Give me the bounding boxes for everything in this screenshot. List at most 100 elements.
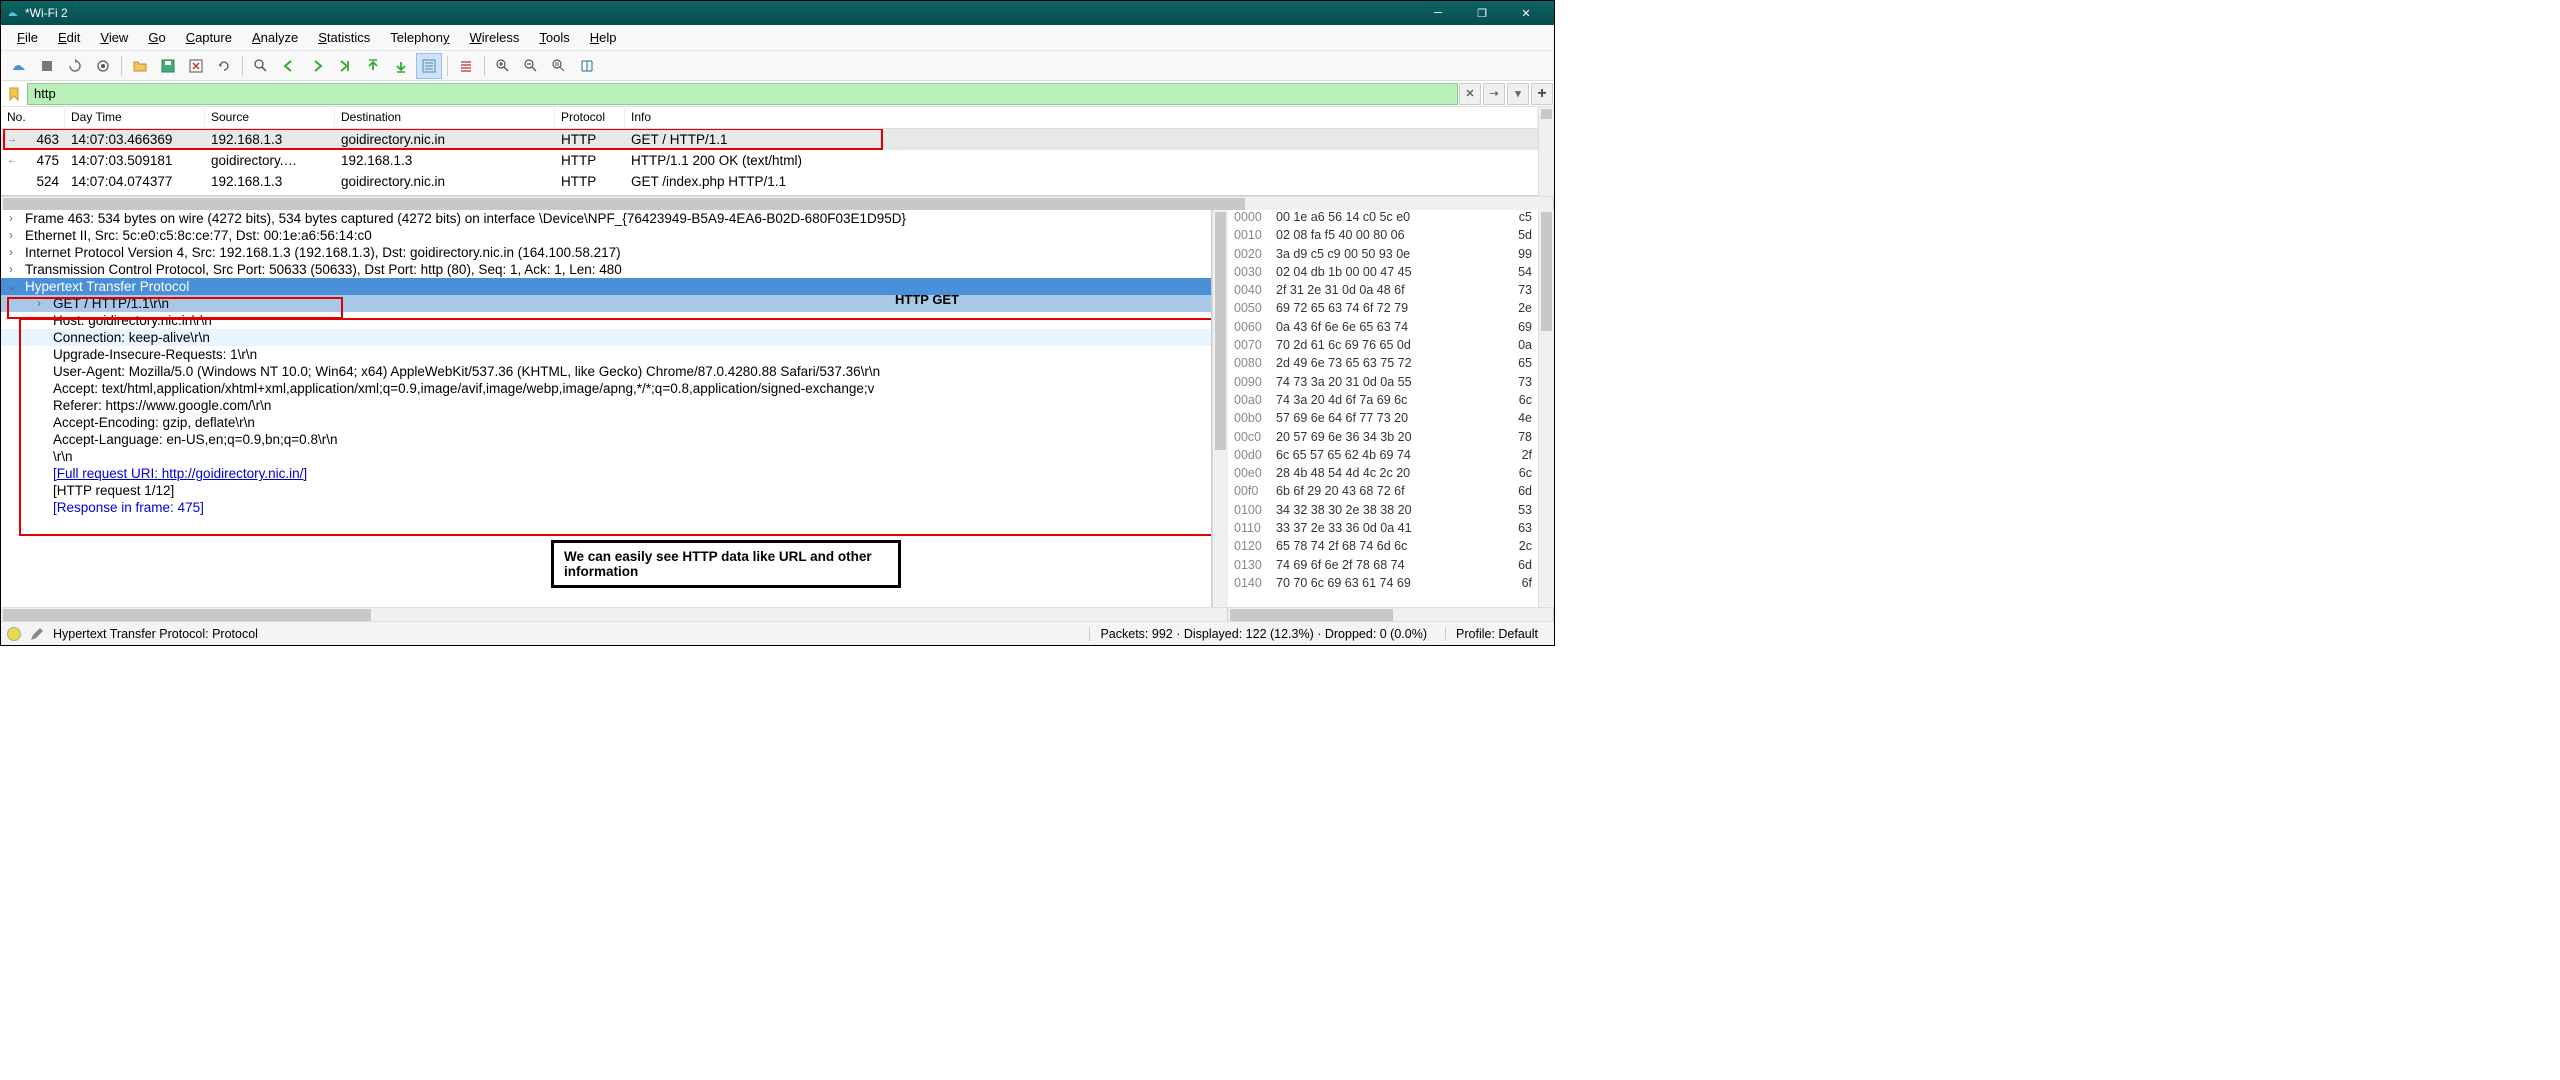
detail-response-in[interactable]: [Response in frame: 475]	[1, 499, 1211, 516]
menu-statistics[interactable]: Statistics	[308, 27, 380, 48]
hex-row[interactable]: 005069 72 65 63 74 6f 72 792e	[1228, 301, 1538, 319]
packet-details-pane[interactable]: Frame 463: 534 bytes on wire (4272 bits)…	[1, 210, 1212, 607]
detail-http-encoding[interactable]: Accept-Encoding: gzip, deflate\r\n	[1, 414, 1211, 431]
detail-http-upgrade[interactable]: Upgrade-Insecure-Requests: 1\r\n	[1, 346, 1211, 363]
hex-row[interactable]: 00203a d9 c5 c9 00 50 93 0e99	[1228, 247, 1538, 265]
packet-list[interactable]: No. Day Time Source Destination Protocol…	[1, 107, 1538, 196]
col-protocol[interactable]: Protocol	[555, 107, 625, 128]
menu-file[interactable]: File	[7, 27, 48, 48]
auto-scroll-icon[interactable]	[416, 53, 442, 79]
detail-http-accept[interactable]: Accept: text/html,application/xhtml+xml,…	[1, 380, 1211, 397]
menu-wireless[interactable]: Wireless	[460, 27, 530, 48]
zoom-out-icon[interactable]	[518, 53, 544, 79]
menubar: File Edit View Go Capture Analyze Statis…	[1, 25, 1554, 51]
detail-http-connection[interactable]: Connection: keep-alive\r\n	[1, 329, 1211, 346]
go-back-icon[interactable]	[276, 53, 302, 79]
detail-http[interactable]: Hypertext Transfer Protocol	[1, 278, 1211, 295]
hex-row[interactable]: 00c020 57 69 6e 36 34 3b 2078	[1228, 430, 1538, 448]
go-forward-icon[interactable]	[304, 53, 330, 79]
status-profile[interactable]: Profile: Default	[1445, 627, 1548, 641]
menu-go[interactable]: Go	[138, 27, 175, 48]
menu-view[interactable]: View	[90, 27, 138, 48]
detail-http-get[interactable]: GET / HTTP/1.1\r\n	[1, 295, 1211, 312]
resize-columns-icon[interactable]	[574, 53, 600, 79]
detail-http-crlf[interactable]: \r\n	[1, 448, 1211, 465]
menu-telephony[interactable]: Telephony	[380, 27, 459, 48]
hex-row[interactable]: 007070 2d 61 6c 69 76 65 0d0a	[1228, 338, 1538, 356]
detail-http-host[interactable]: Host: goidirectory.nic.in\r\n	[1, 312, 1211, 329]
go-first-icon[interactable]	[360, 53, 386, 79]
display-filter-input[interactable]	[27, 83, 1458, 105]
detail-ip[interactable]: Internet Protocol Version 4, Src: 192.16…	[1, 244, 1211, 261]
hex-row[interactable]: 010034 32 38 30 2e 38 38 2053	[1228, 503, 1538, 521]
packet-row[interactable]: ←47514:07:03.509181goidirectory.…192.168…	[1, 150, 1538, 171]
titlebar: *Wi-Fi 2 ─ ❐ ✕	[1, 1, 1554, 25]
packet-row[interactable]: 52414:07:04.074377192.168.1.3goidirector…	[1, 171, 1538, 192]
maximize-button[interactable]: ❐	[1460, 1, 1504, 25]
hex-row[interactable]: 011033 37 2e 33 36 0d 0a 4163	[1228, 521, 1538, 539]
close-button[interactable]: ✕	[1504, 1, 1548, 25]
packet-list-scrollbar[interactable]	[1538, 107, 1554, 196]
zoom-in-icon[interactable]	[490, 53, 516, 79]
hex-scrollbar[interactable]	[1538, 210, 1554, 607]
hex-row[interactable]: 00600a 43 6f 6e 6e 65 63 7469	[1228, 320, 1538, 338]
filter-apply-icon[interactable]: ➝	[1483, 83, 1505, 105]
find-packet-icon[interactable]	[248, 53, 274, 79]
col-source[interactable]: Source	[205, 107, 335, 128]
detail-http-ua[interactable]: User-Agent: Mozilla/5.0 (Windows NT 10.0…	[1, 363, 1211, 380]
detail-http-request[interactable]: [HTTP request 1/12]	[1, 482, 1211, 499]
packet-row[interactable]: →46314:07:03.466369192.168.1.3goidirecto…	[1, 129, 1538, 150]
window-title: *Wi-Fi 2	[25, 6, 1416, 20]
filter-recent-icon[interactable]: ▾	[1507, 83, 1529, 105]
close-file-icon[interactable]	[183, 53, 209, 79]
start-capture-icon[interactable]	[6, 53, 32, 79]
hex-row[interactable]: 009074 73 3a 20 31 0d 0a 5573	[1228, 375, 1538, 393]
menu-edit[interactable]: Edit	[48, 27, 90, 48]
menu-tools[interactable]: Tools	[529, 27, 579, 48]
restart-capture-icon[interactable]	[62, 53, 88, 79]
stop-capture-icon[interactable]	[34, 53, 60, 79]
hex-row[interactable]: 00f06b 6f 29 20 43 68 72 6f6d	[1228, 484, 1538, 502]
hex-row[interactable]: 014070 70 6c 69 63 61 74 696f	[1228, 576, 1538, 594]
col-no[interactable]: No.	[1, 107, 65, 128]
filter-clear-icon[interactable]: ✕	[1459, 83, 1481, 105]
detail-http-lang[interactable]: Accept-Language: en-US,en;q=0.9,bn;q=0.8…	[1, 431, 1211, 448]
open-file-icon[interactable]	[127, 53, 153, 79]
filter-add-icon[interactable]: +	[1531, 83, 1553, 105]
hex-row[interactable]: 00402f 31 2e 31 0d 0a 48 6f73	[1228, 283, 1538, 301]
hex-row[interactable]: 001002 08 fa f5 40 00 80 065d	[1228, 228, 1538, 246]
colorize-icon[interactable]	[453, 53, 479, 79]
packet-bytes-pane[interactable]: 000000 1e a6 56 14 c0 5c e0c5001002 08 f…	[1228, 210, 1538, 607]
hex-row[interactable]: 012065 78 74 2f 68 74 6d 6c2c	[1228, 539, 1538, 557]
details-scrollbar[interactable]	[1212, 210, 1228, 607]
menu-help[interactable]: Help	[580, 27, 627, 48]
hex-row[interactable]: 00a074 3a 20 4d 6f 7a 69 6c6c	[1228, 393, 1538, 411]
capture-options-icon[interactable]	[90, 53, 116, 79]
zoom-reset-icon[interactable]	[546, 53, 572, 79]
expert-info-icon[interactable]	[7, 627, 21, 641]
go-last-icon[interactable]	[388, 53, 414, 79]
hex-row[interactable]: 000000 1e a6 56 14 c0 5c e0c5	[1228, 210, 1538, 228]
detail-full-uri[interactable]: [Full request URI: http://goidirectory.n…	[1, 465, 1211, 482]
hex-row[interactable]: 00e028 4b 48 54 4d 4c 2c 206c	[1228, 466, 1538, 484]
filter-bookmark-icon[interactable]	[3, 83, 25, 105]
minimize-button[interactable]: ─	[1416, 1, 1460, 25]
hex-row[interactable]: 00d06c 65 57 65 62 4b 69 742f	[1228, 448, 1538, 466]
hex-row[interactable]: 003002 04 db 1b 00 00 47 4554	[1228, 265, 1538, 283]
detail-tcp[interactable]: Transmission Control Protocol, Src Port:…	[1, 261, 1211, 278]
go-to-packet-icon[interactable]	[332, 53, 358, 79]
col-time[interactable]: Day Time	[65, 107, 205, 128]
hex-row[interactable]: 013074 69 6f 6e 2f 78 68 746d	[1228, 558, 1538, 576]
edit-capture-comment-icon[interactable]	[29, 626, 45, 642]
hex-row[interactable]: 00b057 69 6e 64 6f 77 73 204e	[1228, 411, 1538, 429]
save-file-icon[interactable]	[155, 53, 181, 79]
hex-row[interactable]: 00802d 49 6e 73 65 63 75 7265	[1228, 356, 1538, 374]
menu-capture[interactable]: Capture	[176, 27, 242, 48]
detail-ethernet[interactable]: Ethernet II, Src: 5c:e0:c5:8c:ce:77, Dst…	[1, 227, 1211, 244]
detail-http-referer[interactable]: Referer: https://www.google.com/\r\n	[1, 397, 1211, 414]
reload-icon[interactable]	[211, 53, 237, 79]
detail-frame[interactable]: Frame 463: 534 bytes on wire (4272 bits)…	[1, 210, 1211, 227]
col-info[interactable]: Info	[625, 107, 1538, 128]
menu-analyze[interactable]: Analyze	[242, 27, 308, 48]
col-destination[interactable]: Destination	[335, 107, 555, 128]
